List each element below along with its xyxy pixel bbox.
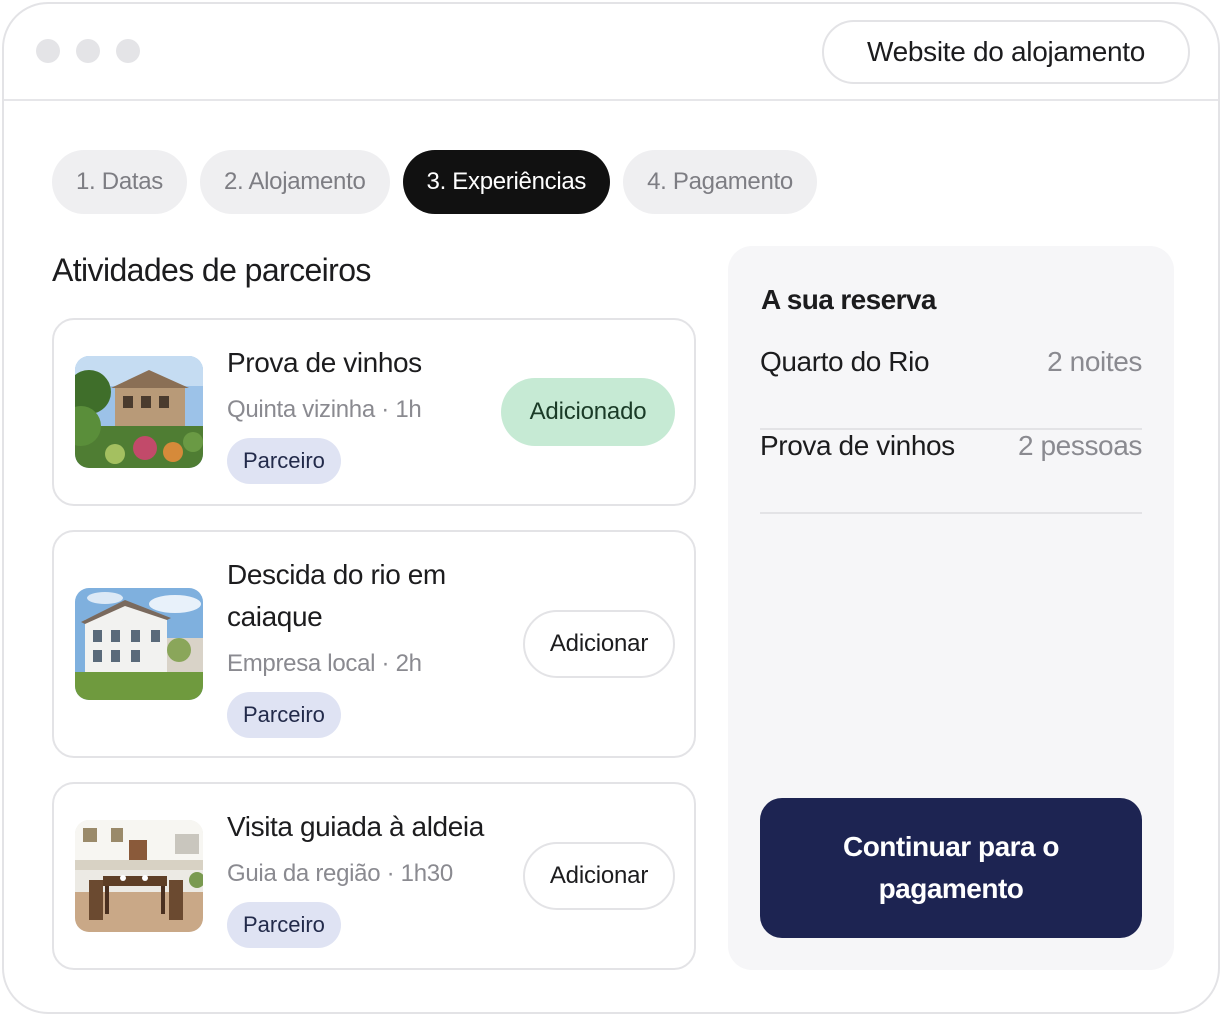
village-tour-photo (75, 820, 203, 932)
summary-row: Prova de vinhos 2 pessoas (760, 430, 1142, 514)
activity-meta: Guia da região · 1h30 (227, 860, 453, 887)
window-dot-icon (76, 39, 100, 63)
activity-title: Prova de vinhos (227, 347, 422, 378)
activity-title: Visita guiada à aldeia (227, 811, 484, 842)
add-button[interactable]: Adicionar (523, 610, 675, 678)
activity-card-kayak: Descida do rio em caiaque Empresa local … (52, 530, 696, 758)
summary-row-value: 2 pessoas (1017, 430, 1142, 461)
step-tab-accommodation[interactable]: 2. Alojamento (199, 150, 390, 214)
title-bar: Website do alojamento (4, 4, 1218, 101)
activity-title: Descida do rio em caiaque (227, 559, 446, 632)
step-tab-experiences[interactable]: 3. Experiências (402, 150, 611, 214)
booking-summary: A sua reserva Quarto do Rio 2 noites Pro… (728, 246, 1174, 970)
step-tabs: 1. Datas 2. Alojamento 3. Experiências 4… (52, 150, 817, 214)
wine-tasting-photo (75, 356, 203, 468)
activity-meta: Quinta vizinha · 1h (227, 396, 422, 423)
partner-badge: Parceiro (227, 692, 341, 738)
browser-window: Website do alojamento 1. Datas 2. Alojam… (2, 2, 1220, 1014)
summary-row-label: Quarto do Rio (760, 346, 930, 377)
kayak-photo (75, 588, 203, 700)
partner-badge: Parceiro (227, 902, 341, 948)
add-button[interactable]: Adicionar (523, 842, 675, 910)
activity-meta: Empresa local · 2h (227, 650, 422, 677)
window-dot-icon (36, 39, 60, 63)
step-tab-payment[interactable]: 4. Pagamento (623, 150, 817, 214)
continue-to-payment-button[interactable]: Continuar para o pagamento (760, 798, 1142, 938)
summary-row: Quarto do Rio 2 noites (760, 346, 1142, 430)
step-tab-dates[interactable]: 1. Datas (52, 150, 187, 214)
summary-row-label: Prova de vinhos (760, 430, 955, 461)
website-button[interactable]: Website do alojamento (822, 20, 1190, 84)
summary-row-value: 2 noites (1047, 346, 1142, 377)
window-dot-icon (116, 39, 140, 63)
partner-badge: Parceiro (227, 438, 341, 484)
added-button[interactable]: Adicionado (501, 378, 675, 446)
section-title: Atividades de parceiros (52, 252, 371, 288)
activity-card-wine: Prova de vinhos Quinta vizinha · 1h Parc… (52, 318, 696, 506)
activity-card-village: Visita guiada à aldeia Guia da região · … (52, 782, 696, 970)
summary-title: A sua reserva (761, 284, 936, 315)
